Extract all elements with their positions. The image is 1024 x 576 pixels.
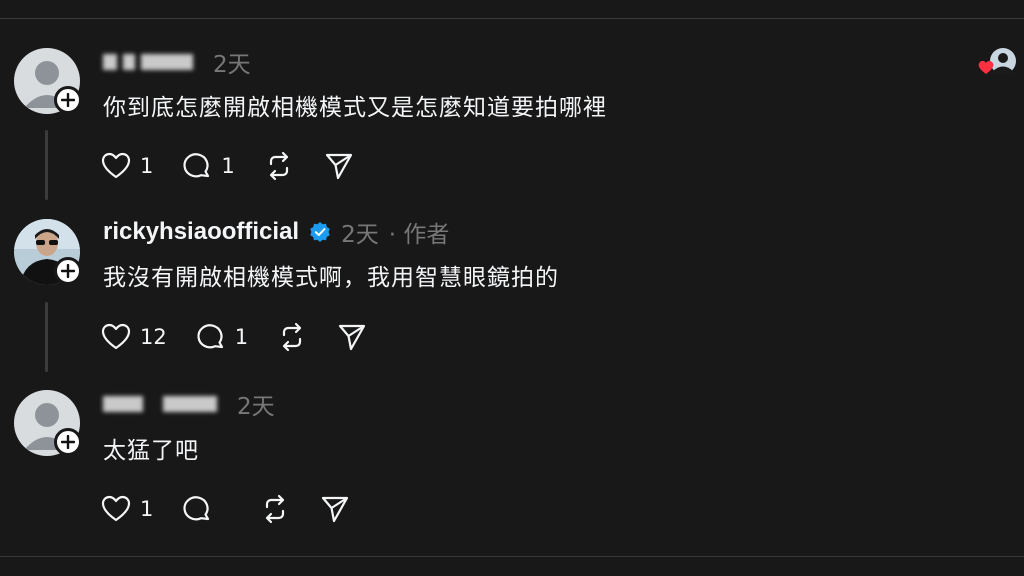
reply-count: 1 xyxy=(221,154,235,178)
like-count: 1 xyxy=(140,497,154,521)
repost-button[interactable] xyxy=(259,493,291,525)
share-button[interactable] xyxy=(319,493,351,525)
author-tag: · 作者 xyxy=(388,222,450,248)
bottom-divider xyxy=(0,556,1024,557)
repost-icon xyxy=(266,494,285,524)
top-divider xyxy=(0,18,1024,19)
repost-button[interactable] xyxy=(276,321,308,353)
timestamp: 2天 xyxy=(237,394,275,420)
comment-text: 太猛了吧 xyxy=(103,438,199,464)
send-icon xyxy=(325,153,352,180)
thread-line xyxy=(45,130,48,200)
comment-header: 2天 xyxy=(103,388,275,420)
action-bar: 1 1 xyxy=(100,148,383,184)
follow-plus-icon[interactable] xyxy=(54,257,82,285)
timestamp: 2天 xyxy=(213,52,251,78)
liked-by-author-indicator[interactable] xyxy=(976,46,1018,80)
follow-plus-icon[interactable] xyxy=(54,86,82,114)
avatar[interactable] xyxy=(14,48,82,114)
verified-badge-icon xyxy=(310,222,330,242)
heart-icon xyxy=(101,495,131,522)
share-button[interactable] xyxy=(336,321,368,353)
thread-line xyxy=(45,302,48,372)
reply-count: 1 xyxy=(234,325,249,349)
like-button[interactable]: 1 xyxy=(100,150,153,182)
reply-button[interactable]: 1 xyxy=(181,150,235,182)
comment-icon xyxy=(183,496,210,521)
username[interactable]: rickyhsiaoofficial xyxy=(103,218,299,246)
repost-icon xyxy=(283,322,302,352)
heart-icon xyxy=(101,323,131,350)
heart-badge-icon xyxy=(978,60,994,74)
like-button[interactable]: 12 xyxy=(100,321,167,353)
repost-icon xyxy=(269,151,288,181)
reply-button[interactable]: 1 xyxy=(195,321,248,353)
send-icon xyxy=(339,324,366,351)
comment-text: 你到底怎麼開啟相機模式又是怎麼知道要拍哪裡 xyxy=(103,95,607,121)
comment-header: 2天 xyxy=(103,46,251,78)
follow-plus-icon[interactable] xyxy=(54,428,82,456)
reply-button[interactable] xyxy=(181,493,231,525)
action-bar: 1 xyxy=(100,491,379,527)
heart-icon xyxy=(101,152,131,179)
timestamp: 2天 xyxy=(341,222,379,248)
share-button[interactable] xyxy=(323,150,355,182)
redacted-username xyxy=(103,54,193,70)
redacted-username xyxy=(103,396,217,412)
like-count: 1 xyxy=(140,154,154,178)
avatar[interactable] xyxy=(14,390,82,456)
avatar[interactable] xyxy=(14,219,82,285)
comment-text: 我沒有開啟相機模式啊，我用智慧眼鏡拍的 xyxy=(103,265,559,291)
repost-button[interactable] xyxy=(263,150,295,182)
comment-icon xyxy=(197,324,223,349)
comment-icon xyxy=(183,153,210,178)
action-bar: 12 1 xyxy=(100,319,396,355)
like-count: 12 xyxy=(140,325,167,349)
comment-header: rickyhsiaoofficial 2天 · 作者 xyxy=(103,216,449,248)
send-icon xyxy=(322,496,349,523)
like-button[interactable]: 1 xyxy=(100,493,153,525)
